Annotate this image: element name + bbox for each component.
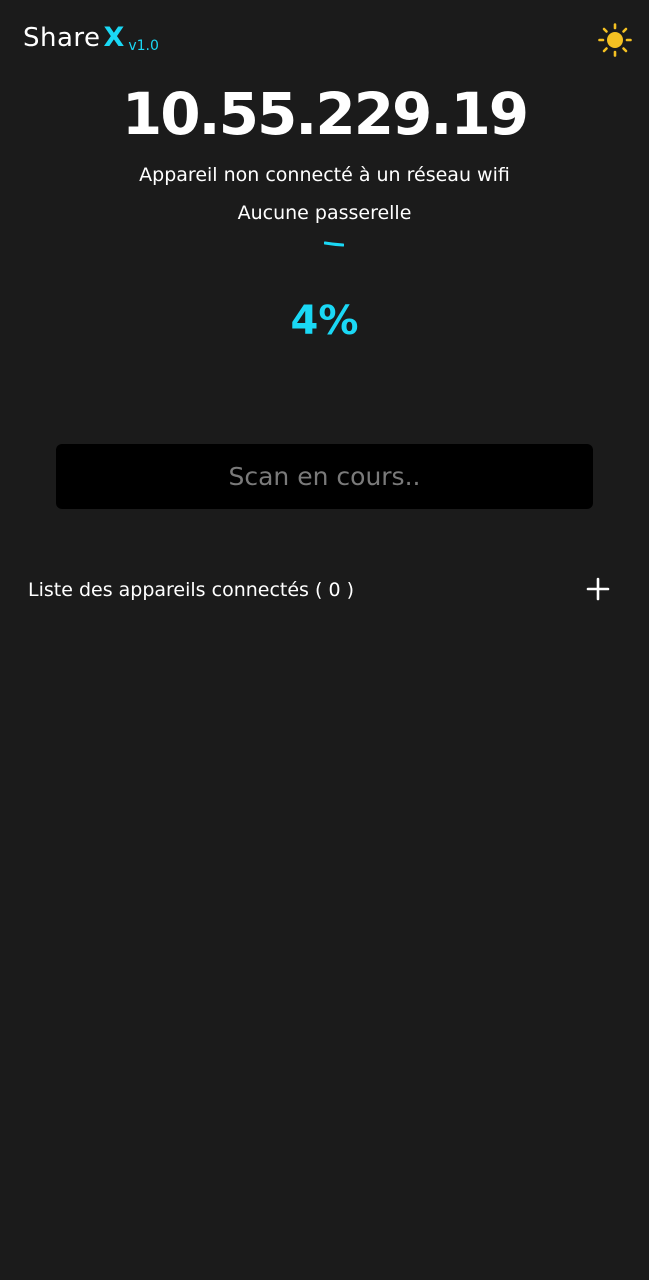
loading-spinner-icon: [324, 241, 344, 247]
ip-address: 10.55.229.19: [121, 80, 529, 148]
app-header: Share X v1.0: [23, 22, 159, 54]
brand-x-logo: X: [103, 22, 125, 53]
connected-devices-label: Liste des appareils connectés ( 0 ): [28, 579, 354, 601]
scan-button-label: Scan en cours..: [228, 462, 421, 491]
sun-icon: [598, 23, 632, 57]
brand-name: Share: [23, 23, 101, 53]
gateway-status: Aucune passerelle: [237, 202, 412, 224]
scan-progress-percent: 4%: [290, 298, 359, 344]
add-device-button[interactable]: [584, 575, 612, 603]
scan-button[interactable]: Scan en cours..: [56, 444, 593, 509]
app-version: v1.0: [128, 38, 159, 54]
wifi-status: Appareil non connecté à un réseau wifi: [139, 164, 510, 186]
theme-toggle-button[interactable]: [598, 23, 632, 57]
plus-icon: [586, 577, 610, 601]
app-screen: Share X v1.0 10.55.229.19 Appareil non c…: [0, 0, 649, 1280]
